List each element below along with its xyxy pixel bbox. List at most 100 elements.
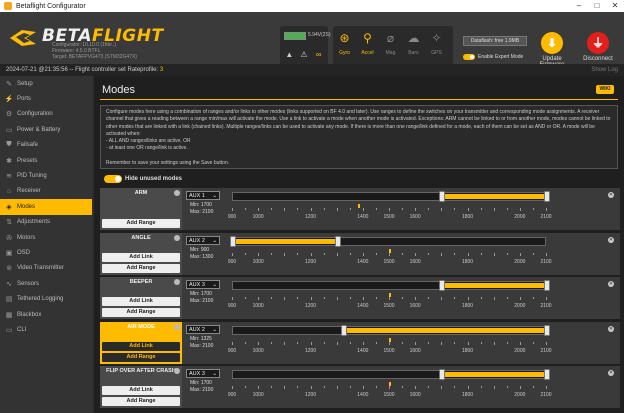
range-slider[interactable] [232, 324, 550, 336]
sidebar-item-adjustments[interactable]: ⇅ Adjustments [0, 215, 92, 230]
remove-range-icon[interactable]: ✕ [608, 281, 614, 287]
add-range-button[interactable]: Add Range [102, 352, 180, 362]
sidebar-item-blackbox[interactable]: ▦ Blackbox [0, 307, 92, 322]
range-editor: AUX 2 ⌄ Min: 900 Max: 1300 900 1000 1200 1400 1… [186, 233, 616, 275]
wiki-button[interactable]: WIKI [596, 85, 614, 94]
chevron-down-icon: ⌄ [212, 326, 217, 333]
expert-mode-switch[interactable] [463, 54, 475, 60]
sidebar-item-video-transmitter[interactable]: ⊚ Video Transmitter [0, 261, 92, 276]
range-max-handle[interactable] [544, 369, 550, 380]
battery-icon: ▭ [5, 126, 13, 134]
sidebar-item-motors[interactable]: ✇ Motors [0, 230, 92, 245]
remove-range-icon[interactable]: ✕ [608, 192, 614, 198]
sidebar-item-failsafe[interactable]: ⛊ Failsafe [0, 138, 92, 153]
range-min-handle[interactable] [439, 369, 446, 380]
range-min-handle[interactable] [439, 191, 446, 202]
cli-icon: ▭ [5, 326, 13, 334]
scale-tick [232, 252, 233, 256]
failsafe-icon: ⚠ [300, 50, 308, 59]
flash-icon: ⬇ [541, 32, 563, 54]
add-link-button[interactable]: Add Link [102, 297, 180, 306]
range-min-handle[interactable] [230, 235, 236, 247]
add-link-button[interactable]: Add Link [102, 386, 180, 395]
range-max-handle[interactable] [334, 235, 341, 247]
range-max-handle[interactable] [544, 280, 550, 291]
remove-range-icon[interactable]: ✕ [608, 325, 614, 332]
betaflight-logo: BETAFLIGHT Configurator: 10.10.0 (1fde..… [8, 20, 163, 60]
range-fill [442, 283, 547, 288]
minimize-button[interactable]: – [570, 0, 588, 12]
scale-tick [428, 386, 430, 388]
range-max-handle[interactable] [544, 324, 550, 336]
sidebar-item-sensors[interactable]: ∿ Sensors [0, 276, 92, 291]
scale-tick [323, 386, 325, 388]
window-title: Betaflight Configurator [16, 2, 86, 10]
range-slider[interactable] [232, 369, 550, 380]
scale-tick [389, 252, 390, 256]
sidebar-item-setup[interactable]: ✎ Setup [0, 76, 92, 91]
scale-tick [532, 386, 534, 388]
range-max-handle[interactable] [544, 191, 550, 202]
sidebar-item-ports[interactable]: ⚡ Ports [0, 91, 92, 106]
range-min: Min: 1700 [190, 291, 212, 297]
maximize-button[interactable]: □ [588, 0, 606, 12]
scale-tick [336, 386, 338, 389]
hide-unused-toggle[interactable]: Hide unused modes [104, 175, 182, 183]
scale-tick [519, 252, 521, 256]
add-range-button[interactable]: Add Range [102, 219, 180, 228]
scale-tick [375, 341, 377, 344]
scale-tick [258, 252, 260, 256]
hide-unused-switch[interactable] [104, 175, 122, 183]
range-slider[interactable] [230, 235, 546, 247]
sidebar-item-presets[interactable]: ✱ Presets [0, 153, 92, 168]
scale-label: 900 [227, 214, 237, 220]
aux-channel-select[interactable]: AUX 3 ⌄ [186, 280, 220, 289]
range-slider[interactable] [232, 280, 550, 291]
remove-range-icon[interactable]: ✕ [608, 370, 614, 376]
scale-tick [284, 252, 286, 256]
chevron-down-icon: ⌄ [212, 193, 217, 199]
scale-tick [258, 208, 260, 211]
range-min-handle[interactable] [341, 324, 348, 336]
add-range-button[interactable]: Add Range [102, 263, 180, 273]
scale-label: 1800 [461, 347, 474, 354]
scale-label: 1400 [357, 258, 369, 265]
sidebar-item-tethered-logging[interactable]: ▤ Tethered Logging [0, 291, 92, 306]
range-slider[interactable] [232, 191, 550, 202]
add-link-button[interactable]: Add Link [102, 341, 180, 351]
aux-channel-select[interactable]: AUX 2 ⌄ [186, 235, 220, 245]
sidebar-item-power-battery[interactable]: ▭ Power & Battery [0, 122, 92, 137]
sidebar-item-receiver[interactable]: ⌂ Receiver [0, 184, 92, 199]
expert-mode-toggle[interactable]: Enable Expert Mode [463, 54, 523, 60]
target-info: Target: BETAFPVG473 (STM32G47X) [52, 54, 137, 60]
aux-channel-select[interactable]: AUX 2 ⌄ [186, 324, 220, 334]
mode-label-panel: AIR MODE Add Link Add Range [100, 321, 182, 364]
add-link-button[interactable]: Add Link [102, 252, 180, 262]
scale-label: 1200 [304, 347, 317, 354]
sensors-icon: ∿ [6, 280, 12, 288]
scale-tick [480, 252, 482, 255]
scale-tick [532, 252, 534, 255]
scale-tick [415, 386, 417, 389]
close-button[interactable]: ✕ [606, 0, 624, 12]
sidebar-item-pid-tuning[interactable]: ≋ PID Tuning [0, 168, 92, 183]
aux-channel-select[interactable]: AUX 1 ⌄ [186, 191, 220, 200]
aux-channel-select[interactable]: AUX 3 ⌄ [186, 369, 220, 378]
range-min-handle[interactable] [439, 280, 446, 291]
sidebar-item-modes[interactable]: ◈ Modes [0, 199, 92, 215]
range-max: Max: 2100 [190, 209, 214, 215]
remove-range-icon[interactable]: ✕ [608, 236, 614, 243]
scale-label: 1800 [461, 303, 474, 309]
add-range-button[interactable]: Add Range [102, 308, 180, 317]
sidebar-item-cli[interactable]: ▭ CLI [0, 322, 92, 337]
scale-tick [375, 297, 377, 299]
sidebar-item-configuration[interactable]: ⚙ Configuration [0, 107, 92, 122]
sidebar-item-osd[interactable]: ▣ OSD [0, 245, 92, 260]
scale-label: 1200 [304, 258, 317, 265]
mode-name: FLIP OVER AFTER CRASH [106, 368, 176, 374]
add-range-button[interactable]: Add Range [102, 397, 180, 406]
show-log-link[interactable]: Show Log [591, 64, 618, 76]
presets-icon: ✱ [6, 157, 12, 165]
scale-tick [441, 386, 443, 389]
aux-channel-value: AUX 3 [189, 282, 205, 288]
